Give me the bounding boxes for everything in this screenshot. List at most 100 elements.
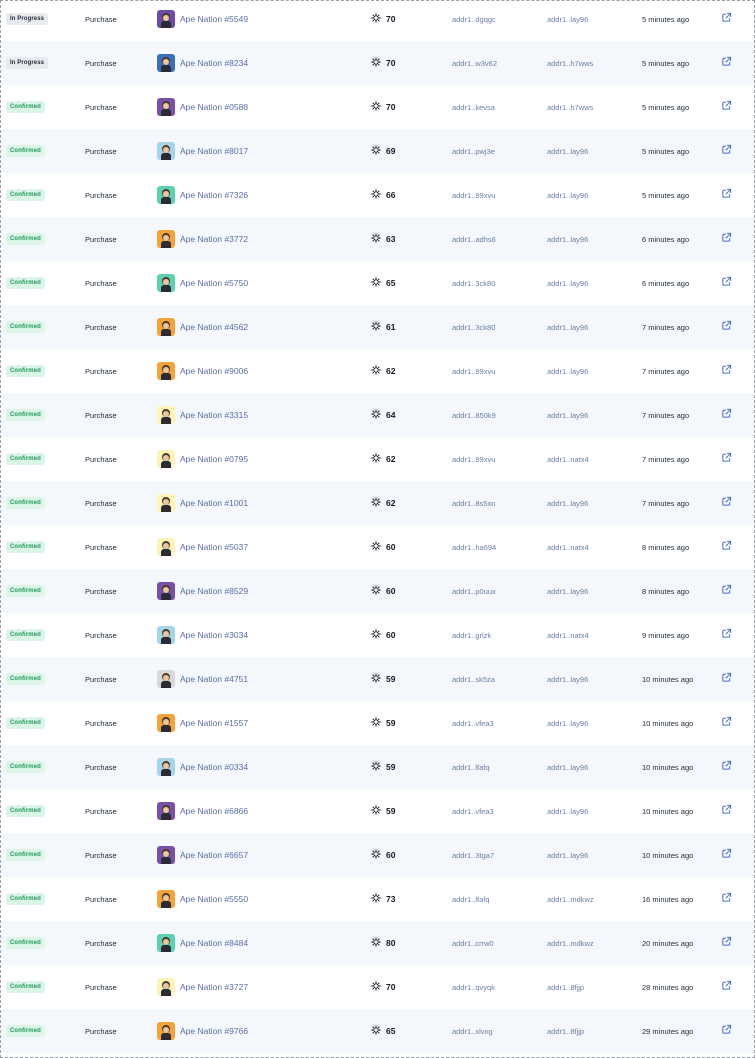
to-address-link[interactable]: addr1..lay96	[547, 789, 588, 833]
from-address-link[interactable]: addr1..crrw0	[452, 921, 494, 965]
external-link-icon[interactable]	[721, 362, 732, 380]
table-row[interactable]: Confirmed Purchase Ape Nation #9766 65 addr1…	[1, 1009, 754, 1053]
nft-thumbnail[interactable]	[157, 714, 175, 732]
external-link-button[interactable]	[721, 41, 732, 85]
to-address-link[interactable]: addr1..lay96	[547, 173, 588, 217]
external-link-button[interactable]	[721, 745, 732, 789]
to-address-link[interactable]: addr1..lay96	[547, 261, 588, 305]
nft-thumbnail[interactable]	[157, 538, 175, 556]
nft-thumbnail[interactable]	[157, 758, 175, 776]
external-link-icon[interactable]	[721, 10, 732, 28]
external-link-icon[interactable]	[721, 538, 732, 556]
from-address-link[interactable]: addr1..pwj3e	[452, 129, 495, 173]
from-address-link[interactable]: addr1..99xvu	[452, 349, 495, 393]
to-address-link[interactable]: addr1..lay96	[547, 745, 588, 789]
external-link-button[interactable]	[721, 789, 732, 833]
table-row[interactable]: Confirmed Purchase Ape Nation #9006 62 addr1…	[1, 349, 754, 393]
asset-name-link[interactable]: Ape Nation #9006	[180, 366, 248, 376]
external-link-icon[interactable]	[721, 494, 732, 512]
nft-thumbnail[interactable]	[157, 10, 175, 28]
table-row[interactable]: Confirmed Purchase Ape Nation #3315 64 addr1…	[1, 393, 754, 437]
nft-thumbnail[interactable]	[157, 450, 175, 468]
table-row[interactable]: Confirmed Purchase Ape Nation #0334 59 addr1…	[1, 745, 754, 789]
asset-cell[interactable]: Ape Nation #5750	[157, 261, 248, 305]
from-address-link[interactable]: addr1..lfafq	[452, 877, 490, 921]
asset-cell[interactable]: Ape Nation #9006	[157, 349, 248, 393]
nft-thumbnail[interactable]	[157, 98, 175, 116]
asset-cell[interactable]: Ape Nation #3034	[157, 613, 248, 657]
external-link-button[interactable]	[721, 525, 732, 569]
asset-name-link[interactable]: Ape Nation #3034	[180, 630, 248, 640]
external-link-button[interactable]	[721, 305, 732, 349]
nft-thumbnail[interactable]	[157, 362, 175, 380]
from-address-link[interactable]: addr1..xlvxg	[452, 1009, 492, 1053]
to-address-link[interactable]: addr1..lay96	[547, 701, 588, 745]
external-link-button[interactable]	[721, 965, 732, 1009]
to-address-link[interactable]: addr1..lay96	[547, 129, 588, 173]
to-address-link[interactable]: addr1..lay96	[547, 349, 588, 393]
to-address-link[interactable]: addr1..lay96	[547, 1, 588, 41]
external-link-icon[interactable]	[721, 274, 732, 292]
nft-thumbnail[interactable]	[157, 670, 175, 688]
external-link-icon[interactable]	[721, 758, 732, 776]
from-address-link[interactable]: addr1..3ck80	[452, 305, 495, 349]
external-link-icon[interactable]	[721, 670, 732, 688]
table-row[interactable]: Confirmed Purchase Ape Nation #8484 80 addr1…	[1, 921, 754, 965]
asset-name-link[interactable]: Ape Nation #8234	[180, 58, 248, 68]
nft-thumbnail[interactable]	[157, 978, 175, 996]
asset-cell[interactable]: Ape Nation #9766	[157, 1009, 248, 1053]
nft-thumbnail[interactable]	[157, 142, 175, 160]
from-address-link[interactable]: addr1..99xvu	[452, 437, 495, 481]
external-link-icon[interactable]	[721, 54, 732, 72]
table-row[interactable]: Confirmed Purchase Ape Nation #5037 60 addr1…	[1, 525, 754, 569]
table-row[interactable]: Confirmed Purchase Ape Nation #3727 70 addr1…	[1, 965, 754, 1009]
from-address-link[interactable]: addr1..vfea3	[452, 789, 494, 833]
external-link-button[interactable]	[721, 349, 732, 393]
from-address-link[interactable]: addr1..w3v62	[452, 41, 497, 85]
nft-thumbnail[interactable]	[157, 582, 175, 600]
table-row[interactable]: Confirmed Purchase Ape Nation #4751 59 addr1…	[1, 657, 754, 701]
from-address-link[interactable]: addr1..sk5za	[452, 657, 495, 701]
table-row[interactable]: Confirmed Purchase Ape Nation #8529 60 addr1…	[1, 569, 754, 613]
external-link-icon[interactable]	[721, 98, 732, 116]
from-address-link[interactable]: addr1..ha694	[452, 525, 496, 569]
external-link-button[interactable]	[721, 569, 732, 613]
table-row[interactable]: Confirmed Purchase Ape Nation #4562 61 addr1…	[1, 305, 754, 349]
nft-thumbnail[interactable]	[157, 406, 175, 424]
asset-name-link[interactable]: Ape Nation #5750	[180, 278, 248, 288]
asset-cell[interactable]: Ape Nation #8484	[157, 921, 248, 965]
external-link-button[interactable]	[721, 217, 732, 261]
to-address-link[interactable]: addr1..lay96	[547, 393, 588, 437]
asset-name-link[interactable]: Ape Nation #1557	[180, 718, 248, 728]
table-row[interactable]: Confirmed Purchase Ape Nation #5550 73 addr1…	[1, 877, 754, 921]
to-address-link[interactable]: addr1..mdkwz	[547, 877, 594, 921]
external-link-button[interactable]	[721, 921, 732, 965]
asset-cell[interactable]: Ape Nation #6657	[157, 833, 248, 877]
asset-name-link[interactable]: Ape Nation #8017	[180, 146, 248, 156]
external-link-icon[interactable]	[721, 230, 732, 248]
external-link-icon[interactable]	[721, 1022, 732, 1040]
asset-cell[interactable]: Ape Nation #3727	[157, 965, 248, 1009]
asset-cell[interactable]: Ape Nation #6866	[157, 789, 248, 833]
asset-cell[interactable]: Ape Nation #1557	[157, 701, 248, 745]
nft-thumbnail[interactable]	[157, 934, 175, 952]
to-address-link[interactable]: addr1..lay96	[547, 481, 588, 525]
to-address-link[interactable]: addr1..natx4	[547, 437, 589, 481]
asset-cell[interactable]: Ape Nation #3772	[157, 217, 248, 261]
from-address-link[interactable]: addr1..3tga7	[452, 833, 494, 877]
external-link-button[interactable]	[721, 85, 732, 129]
to-address-link[interactable]: addr1..8fjjp	[547, 965, 584, 1009]
external-link-icon[interactable]	[721, 450, 732, 468]
asset-cell[interactable]: Ape Nation #0334	[157, 745, 248, 789]
asset-cell[interactable]: Ape Nation #8017	[157, 129, 248, 173]
table-row[interactable]: Confirmed Purchase Ape Nation #7326 66 addr1…	[1, 173, 754, 217]
from-address-link[interactable]: addr1..3ck80	[452, 261, 495, 305]
from-address-link[interactable]: addr1..grlzk	[452, 613, 491, 657]
nft-thumbnail[interactable]	[157, 802, 175, 820]
external-link-icon[interactable]	[721, 802, 732, 820]
to-address-link[interactable]: addr1..lay96	[547, 217, 588, 261]
external-link-icon[interactable]	[721, 934, 732, 952]
asset-name-link[interactable]: Ape Nation #0334	[180, 762, 248, 772]
asset-name-link[interactable]: Ape Nation #0795	[180, 454, 248, 464]
asset-name-link[interactable]: Ape Nation #6657	[180, 850, 248, 860]
